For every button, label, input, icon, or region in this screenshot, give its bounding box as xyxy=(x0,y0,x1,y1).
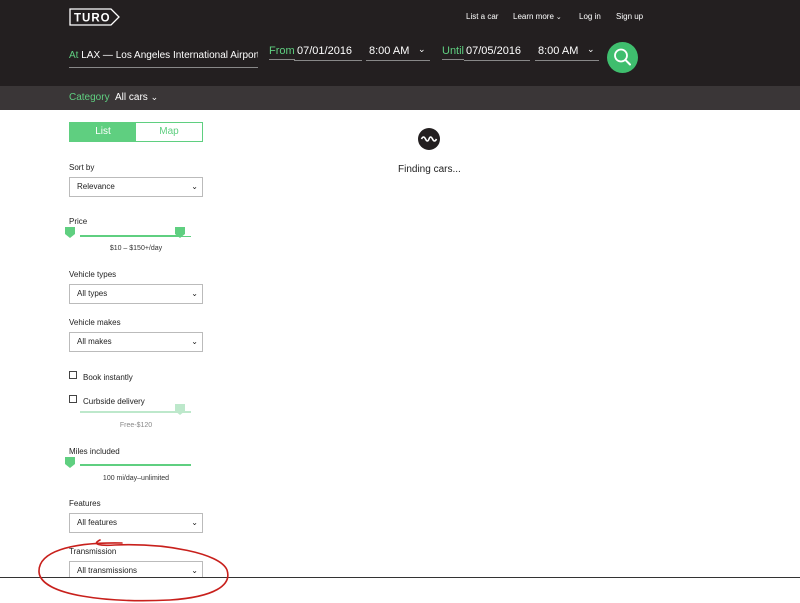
chevron-down-icon: ⌄ xyxy=(191,289,198,298)
until-date-input[interactable]: 07/05/2016 xyxy=(466,44,521,60)
location-value: LAX — Los Angeles International Airport,… xyxy=(81,50,258,61)
chevron-down-icon: ⌄ xyxy=(418,44,426,54)
loading-spinner-icon xyxy=(418,128,440,150)
features-value: All features xyxy=(77,518,118,527)
location-at-label: At xyxy=(69,50,79,61)
features-select[interactable]: All features ⌄ xyxy=(69,513,203,533)
vehicle-types-value: All types xyxy=(77,289,108,298)
turo-logo[interactable]: TURO xyxy=(69,8,121,26)
search-icon xyxy=(614,48,631,66)
miles-included-label: Miles included xyxy=(69,447,120,456)
category-select[interactable]: All cars ⌄ xyxy=(115,92,158,103)
page-bottom-divider xyxy=(0,577,800,578)
sort-by-label: Sort by xyxy=(69,163,95,172)
curbside-delivery-label: Curbside delivery xyxy=(83,397,145,406)
features-label: Features xyxy=(69,499,101,508)
category-label: Category xyxy=(69,92,110,103)
list-view-button[interactable]: List xyxy=(70,123,136,141)
from-date-input[interactable]: 07/01/2016 xyxy=(297,44,352,60)
nav-log-in[interactable]: Log in xyxy=(579,12,601,21)
vehicle-makes-value: All makes xyxy=(77,337,112,346)
curbside-handle[interactable] xyxy=(175,404,185,415)
map-view-button[interactable]: Map xyxy=(136,123,202,141)
miles-range-text: 100 mi/day–unlimited xyxy=(102,475,170,482)
until-date-underline xyxy=(464,60,530,61)
from-time-underline xyxy=(366,60,430,61)
sort-by-value: Relevance xyxy=(77,182,115,191)
price-min-handle[interactable] xyxy=(65,227,75,238)
nav-sign-up[interactable]: Sign up xyxy=(616,12,643,21)
chevron-down-icon: ⌄ xyxy=(555,14,562,21)
chevron-down-icon: ⌄ xyxy=(587,44,595,54)
from-label: From xyxy=(269,44,295,60)
location-field[interactable]: At LAX — Los Angeles International Airpo… xyxy=(69,50,258,68)
until-time-underline xyxy=(535,60,599,61)
price-label: Price xyxy=(69,217,88,226)
vehicle-types-label: Vehicle types xyxy=(69,270,117,279)
search-button[interactable] xyxy=(607,42,638,73)
book-instantly-checkbox[interactable] xyxy=(69,371,77,379)
curbside-delivery-checkbox[interactable] xyxy=(69,395,77,403)
vehicle-types-select[interactable]: All types ⌄ xyxy=(69,284,203,304)
book-instantly-label: Book instantly xyxy=(83,373,133,382)
chevron-down-icon: ⌄ xyxy=(191,518,198,527)
view-toggle: List Map xyxy=(69,122,203,142)
nav-learn-more-label: Learn more xyxy=(513,12,554,21)
from-time-select[interactable]: 8:00 AM xyxy=(369,44,409,60)
logo-text: TURO xyxy=(74,13,111,25)
chevron-down-icon: ⌄ xyxy=(150,92,159,102)
finding-cars-status: Finding cars... xyxy=(398,164,461,175)
nav-learn-more[interactable]: Learn more ⌄ xyxy=(513,12,562,21)
miles-slider-track xyxy=(80,464,191,466)
until-time-select[interactable]: 8:00 AM xyxy=(538,44,578,60)
transmission-select[interactable]: All transmissions ⌄ xyxy=(69,561,203,577)
chevron-down-icon: ⌄ xyxy=(191,337,198,346)
miles-handle[interactable] xyxy=(65,457,75,468)
price-max-handle[interactable] xyxy=(175,227,185,238)
category-value: All cars xyxy=(115,92,148,103)
nav-list-a-car[interactable]: List a car xyxy=(466,12,498,21)
vehicle-makes-label: Vehicle makes xyxy=(69,318,121,327)
sort-by-select[interactable]: Relevance ⌄ xyxy=(69,177,203,197)
chevron-down-icon: ⌄ xyxy=(191,182,198,191)
until-label: Until xyxy=(442,44,465,60)
transmission-value: All transmissions xyxy=(77,566,138,575)
curbside-range-text: Free-$120 xyxy=(119,422,153,429)
price-slider-track xyxy=(80,235,180,237)
vehicle-makes-select[interactable]: All makes ⌄ xyxy=(69,332,203,352)
transmission-label: Transmission xyxy=(69,547,117,556)
from-date-underline xyxy=(294,60,362,61)
price-range-text: $10 – $150+/day xyxy=(109,245,163,252)
